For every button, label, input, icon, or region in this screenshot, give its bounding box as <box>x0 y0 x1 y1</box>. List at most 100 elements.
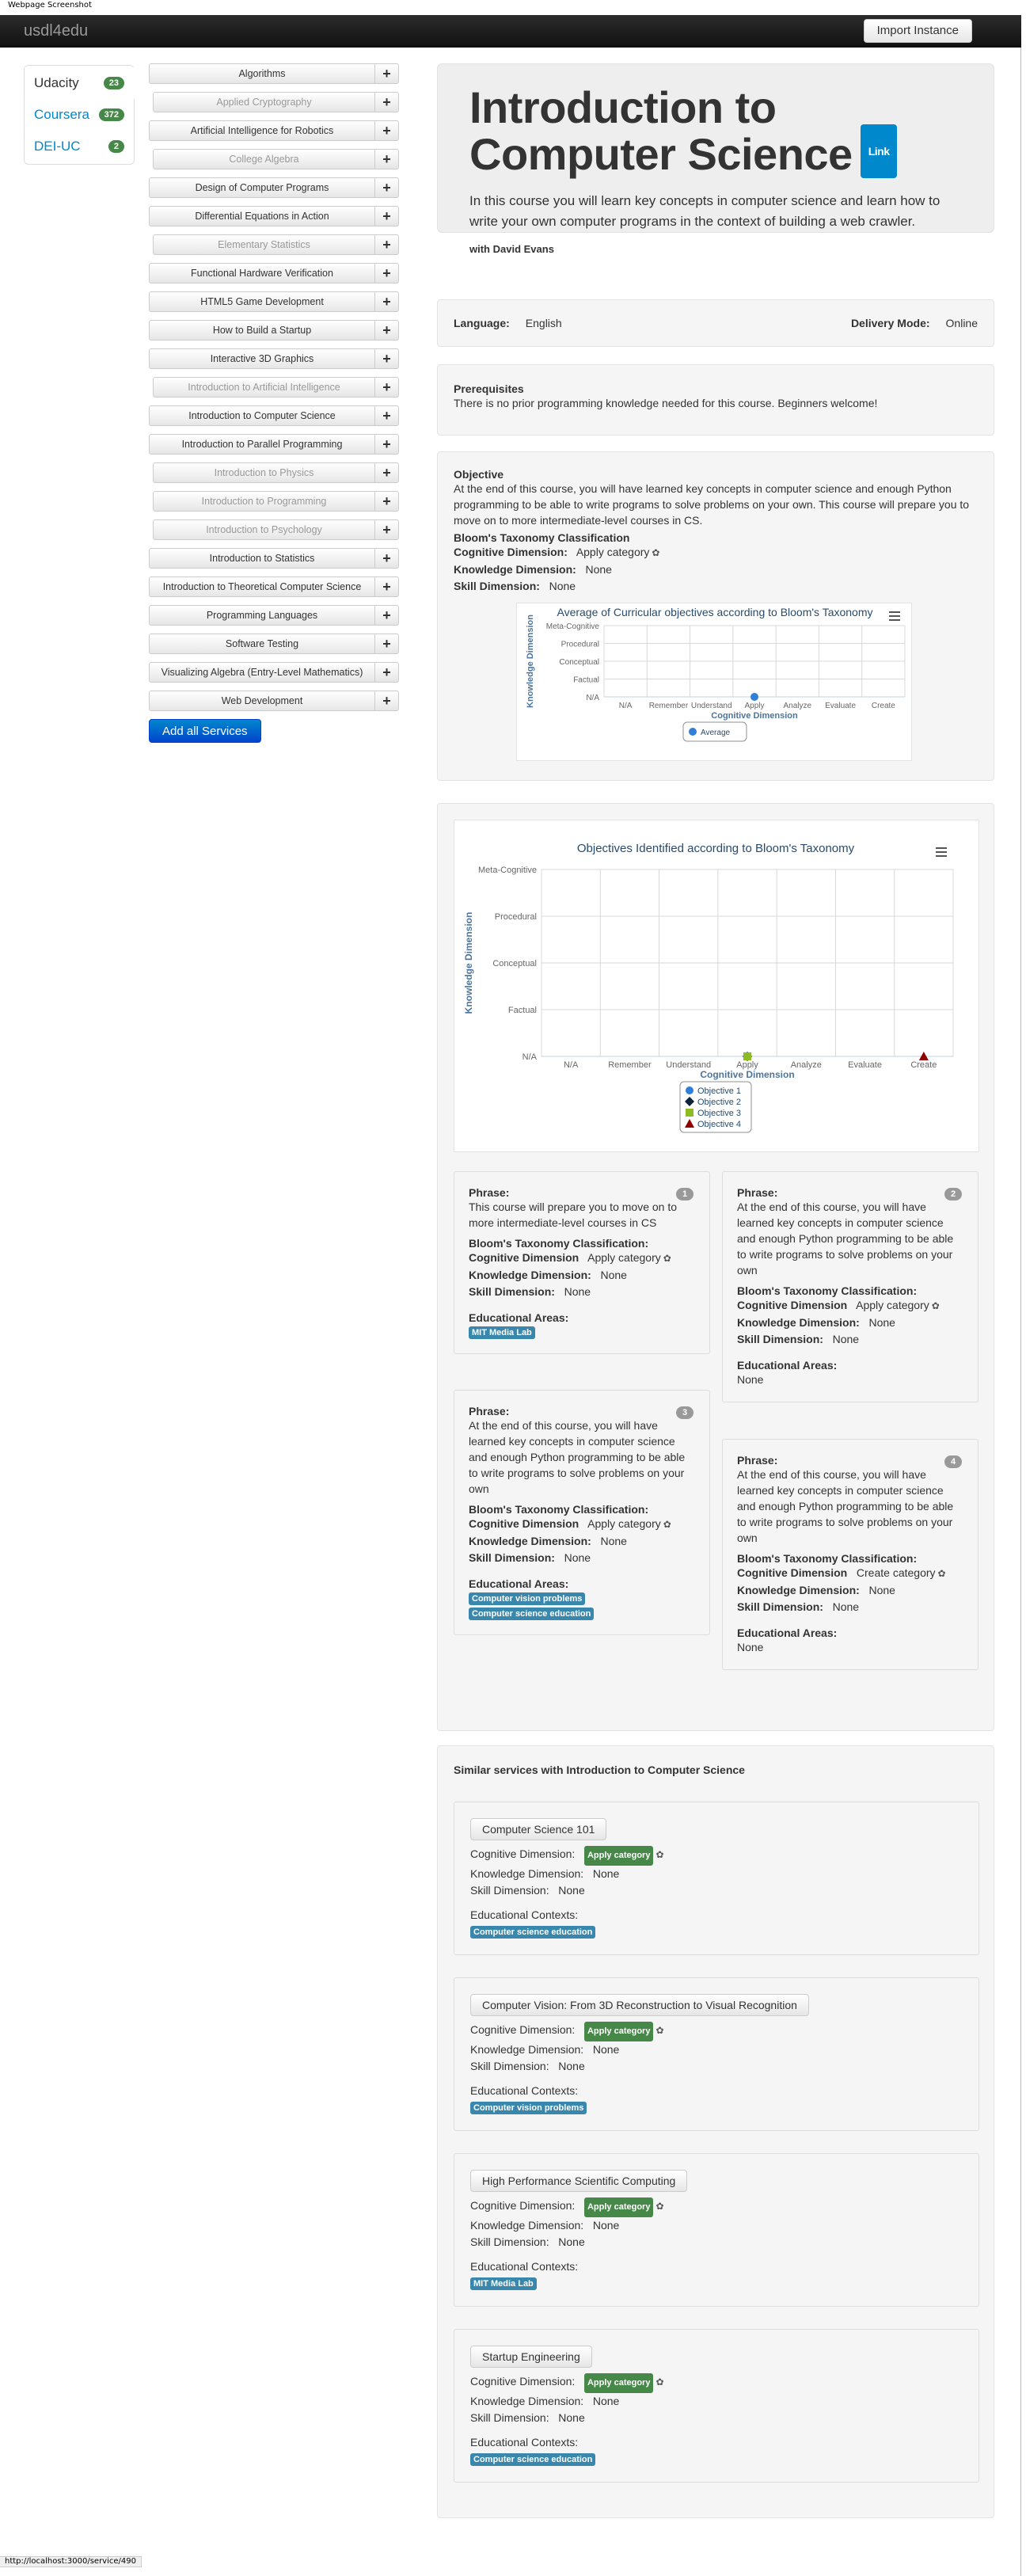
add-service-plus-icon[interactable]: + <box>375 405 399 426</box>
similar-cognitive-row: Cognitive Dimension: Apply category ✿ <box>470 2195 963 2217</box>
add-service-plus-icon[interactable]: + <box>375 348 399 369</box>
add-all-services-button[interactable]: Add all Services <box>149 719 261 743</box>
phrase-label: Phrase: <box>469 1405 510 1417</box>
service-button[interactable]: Elementary Statistics <box>153 234 375 255</box>
service-button[interactable]: Interactive 3D Graphics <box>149 348 375 369</box>
knowledge-label: Knowledge Dimension: <box>737 1584 860 1596</box>
add-service-plus-icon[interactable]: + <box>375 206 399 226</box>
add-service-plus-icon[interactable]: + <box>375 377 399 398</box>
phrase-knowledge-row: Knowledge Dimension: None <box>469 1533 695 1550</box>
y-tick-label: N/A <box>522 1052 538 1062</box>
add-service-plus-icon[interactable]: + <box>375 263 399 283</box>
phrase-number-badge: 1 <box>676 1188 694 1200</box>
legend-item: Objective 2 <box>697 1098 741 1107</box>
service-button[interactable]: Software Testing <box>149 634 375 654</box>
add-service-plus-icon[interactable]: + <box>375 491 399 512</box>
add-service-plus-icon[interactable]: + <box>375 63 399 84</box>
knowledge-label: Knowledge Dimension: <box>470 2395 584 2407</box>
objective-text: At the end of this course, you will have… <box>454 482 970 527</box>
add-service-plus-icon[interactable]: + <box>375 576 399 597</box>
service-button[interactable]: Introduction to Physics <box>153 462 375 483</box>
similar-service-button[interactable]: Computer Science 101 <box>470 1818 607 1840</box>
service-button[interactable]: Introduction to Theoretical Computer Sci… <box>149 576 375 597</box>
import-instance-button[interactable]: Import Instance <box>863 19 972 43</box>
add-service-plus-icon[interactable]: + <box>375 92 399 112</box>
phrase-number-badge: 4 <box>944 1455 962 1468</box>
knowledge-value: None <box>592 2219 620 2232</box>
prerequisites-text: There is no prior programming knowledge … <box>454 397 878 409</box>
service-button[interactable]: Design of Computer Programs <box>149 177 375 198</box>
provider-item-dei-uc[interactable]: DEI-UC 2 <box>25 131 134 162</box>
cognitive-value: Apply category <box>587 1517 661 1530</box>
add-service-plus-icon[interactable]: + <box>375 691 399 711</box>
add-service-plus-icon[interactable]: + <box>375 662 399 683</box>
spinner-icon: ✿ <box>931 1300 940 1311</box>
add-service-plus-icon[interactable]: + <box>375 149 399 169</box>
similar-service-card: Computer Science 101 Cognitive Dimension:… <box>454 1802 979 1955</box>
similar-service-button[interactable]: Computer Vision: From 3D Reconstruction … <box>470 1994 809 2016</box>
brand-logo[interactable]: usdl4edu <box>24 22 88 40</box>
educational-context-tag[interactable]: Computer science education <box>470 1926 596 1939</box>
service-button[interactable]: College Algebra <box>153 149 375 169</box>
add-service-plus-icon[interactable]: + <box>375 120 399 141</box>
add-service-plus-icon[interactable]: + <box>375 634 399 654</box>
provider-item-udacity[interactable]: Udacity 23 <box>25 67 135 99</box>
service-button[interactable]: How to Build a Startup <box>149 320 375 341</box>
spinner-icon: ✿ <box>663 1519 671 1530</box>
service-button[interactable]: Introduction to Artificial Intelligence <box>153 377 375 398</box>
educational-area-tag[interactable]: Computer vision problems <box>469 1592 586 1605</box>
chart-title: Objectives Identified according to Bloom… <box>577 842 855 855</box>
service-button[interactable]: Web Development <box>149 691 375 711</box>
x-axis-label: Cognitive Dimension <box>711 711 798 721</box>
service-button[interactable]: Algorithms <box>149 63 375 84</box>
provider-count-badge: 23 <box>103 77 124 89</box>
add-service-plus-icon[interactable]: + <box>375 434 399 455</box>
add-service-plus-icon[interactable]: + <box>375 177 399 198</box>
context-tag-wrap: Computer science education <box>470 1923 963 1939</box>
educational-area-tag[interactable]: MIT Media Lab <box>469 1326 535 1339</box>
phrase-knowledge-row: Knowledge Dimension: None <box>737 1582 963 1599</box>
educational-context-tag[interactable]: MIT Media Lab <box>470 2277 537 2290</box>
add-service-plus-icon[interactable]: + <box>375 234 399 255</box>
service-button[interactable]: Introduction to Statistics <box>149 548 375 569</box>
service-button[interactable]: Introduction to Parallel Programming <box>149 434 375 455</box>
service-row: Design of Computer Programs + <box>149 177 399 198</box>
educational-context-tag[interactable]: Computer vision problems <box>470 2102 587 2114</box>
educational-areas-label: Educational Areas: <box>469 1577 569 1590</box>
educational-area-tag[interactable]: Computer science education <box>469 1608 595 1620</box>
add-service-plus-icon[interactable]: + <box>375 548 399 569</box>
y-tick-label: N/A <box>586 694 599 702</box>
add-service-plus-icon[interactable]: + <box>375 320 399 341</box>
skill-value: None <box>558 1884 585 1897</box>
service-row: Software Testing + <box>149 634 399 654</box>
add-service-plus-icon[interactable]: + <box>375 605 399 626</box>
add-service-plus-icon[interactable]: + <box>375 462 399 483</box>
service-row: Introduction to Statistics + <box>149 548 399 569</box>
x-tick-label: Evaluate <box>848 1060 882 1070</box>
educational-areas-none: None <box>737 1641 764 1653</box>
phrase-text: At the end of this course, you will have… <box>737 1200 954 1277</box>
service-button[interactable]: Visualizing Algebra (Entry-Level Mathema… <box>149 662 375 683</box>
provider-item-coursera[interactable]: Coursera 372 <box>25 99 134 131</box>
service-button[interactable]: Programming Languages <box>149 605 375 626</box>
add-service-plus-icon[interactable]: + <box>375 519 399 540</box>
service-button[interactable]: Introduction to Computer Science <box>149 405 375 426</box>
service-button[interactable]: Differential Equations in Action <box>149 206 375 226</box>
service-button[interactable]: HTML5 Game Development <box>149 291 375 312</box>
similar-service-button[interactable]: High Performance Scientific Computing <box>470 2170 688 2192</box>
knowledge-label: Knowledge Dimension: <box>470 2043 584 2056</box>
spinner-icon: ✿ <box>656 2376 664 2388</box>
add-service-plus-icon[interactable]: + <box>375 291 399 312</box>
service-button[interactable]: Introduction to Programming <box>153 491 375 512</box>
service-button[interactable]: Introduction to Psychology <box>153 519 375 540</box>
service-button[interactable]: Artificial Intelligence for Robotics <box>149 120 375 141</box>
phrase-card: 3 Phrase: At the end of this course, you w… <box>454 1390 710 1635</box>
service-button[interactable]: Functional Hardware Verification <box>149 263 375 283</box>
educational-context-tag[interactable]: Computer science education <box>470 2453 596 2466</box>
skill-value: None <box>558 2060 585 2072</box>
service-button[interactable]: Applied Cryptography <box>153 92 375 112</box>
average-chart-container: Average of Curricular objectives accordi… <box>516 603 912 761</box>
course-link-button[interactable]: Link <box>860 124 898 178</box>
spinner-icon: ✿ <box>656 1849 664 1860</box>
similar-service-button[interactable]: Startup Engineering <box>470 2346 592 2368</box>
